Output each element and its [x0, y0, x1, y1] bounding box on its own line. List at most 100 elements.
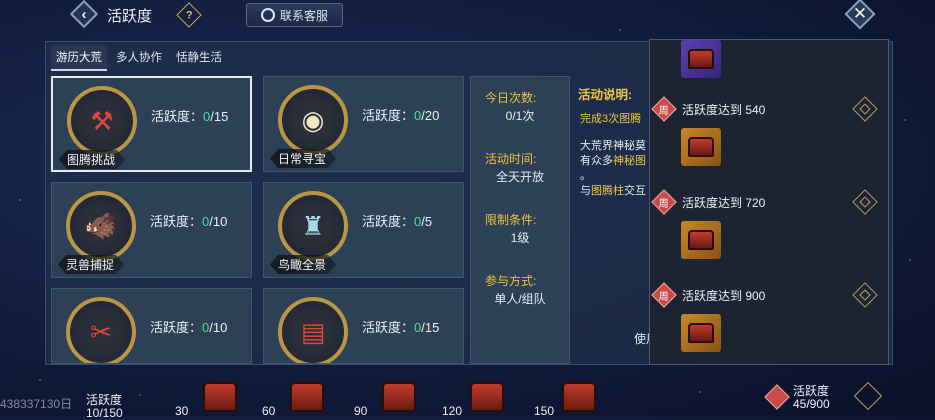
calendar-icon: ▤ [300, 316, 326, 347]
activity-grid: ⚒ 图腾挑战 活跃度：0/15 ◉ 日常寻宝 活跃度：0/20 🐗 灵兽捕捉 活… [51, 76, 468, 364]
weekly-progress[interactable]: 活跃度 45/900 [793, 385, 830, 411]
chest-icon [470, 382, 504, 412]
totem-axe-icon: ⚒ [90, 105, 114, 136]
activity-card-totem-challenge[interactable]: ⚒ 图腾挑战 活跃度：0/15 [51, 76, 252, 172]
activity-card-tools[interactable]: ✂ 活跃度：0/10 [51, 288, 252, 364]
crossed-tools-icon: ✂ [90, 316, 112, 347]
score-max: /20 [421, 108, 440, 123]
reward-chest-purple[interactable] [681, 40, 721, 78]
score-max: /10 [209, 320, 228, 335]
reward-requirement: 活跃度达到 540 [682, 103, 766, 117]
activity-name: 图腾挑战 [59, 150, 125, 169]
week-glyph: 周 [659, 198, 669, 210]
mode-label: 参与方式: [485, 274, 537, 288]
activity-badge: ▤ [278, 297, 348, 363]
week-badge: 周 [651, 189, 677, 215]
description-line: 有众多神秘图 [580, 152, 646, 168]
contact-service-button[interactable]: 联系客服 [246, 3, 343, 27]
activity-card-beast-capture[interactable]: 🐗 灵兽捕捉 活跃度：0/10 [51, 182, 252, 278]
activity-name: 日常寻宝 [270, 149, 336, 168]
description-line: 与图腾柱交互 [580, 182, 646, 198]
chest-icon [688, 137, 714, 157]
tab-multiplayer[interactable]: 多人协作 [111, 45, 167, 71]
score-max: /15 [421, 320, 440, 335]
activity-card-calendar[interactable]: ▤ 活跃度：0/15 [263, 288, 464, 364]
reward-claim-icon[interactable] [852, 96, 878, 122]
description-text: 交互 [624, 185, 646, 197]
chest-icon [382, 382, 416, 412]
description-line: 大荒界神秘莫 [580, 140, 646, 152]
help-glyph: ? [185, 8, 193, 21]
reward-chest-gold[interactable] [681, 128, 721, 166]
activity-badge: ⚒ [67, 86, 137, 156]
weekly-reward-icon[interactable] [853, 381, 883, 411]
player-uid: 438337130日 [0, 397, 73, 411]
score-label: 活跃度： [362, 320, 415, 335]
description-line: 完成3次图腾 [580, 110, 641, 126]
score-label: 活跃度： [150, 214, 203, 229]
activity-info: 今日次数: 0/1次 活动时间: 全天开放 限制条件: 1级 参与方式: 单人/… [470, 76, 570, 364]
chest-icon [203, 382, 237, 412]
time-value: 全天开放 [495, 170, 544, 184]
activity-name: 鸟瞰全景 [270, 255, 336, 274]
description-text: 有众多 [580, 155, 613, 167]
beast-icon: 🐗 [84, 210, 118, 241]
daily-progress-value: 10/150 [86, 406, 123, 420]
description-highlight: 图腾柱 [591, 185, 624, 197]
score-label: 活跃度： [151, 109, 204, 124]
tab-wander[interactable]: 游历大荒 [51, 45, 107, 71]
tab-leisure[interactable]: 恬静生活 [171, 45, 227, 71]
activity-score: 活跃度：0/15 [151, 106, 228, 125]
reward-requirement: 活跃度达到 720 [682, 196, 766, 210]
activity-card-panorama[interactable]: ♜ 鸟瞰全景 活跃度：0/5 [263, 182, 464, 278]
chest-icon [688, 323, 714, 343]
activity-badge: 🐗 [66, 191, 136, 261]
activity-progress-bar: 438337130日 活跃度 10/150 30 60 90 120 150 活… [0, 370, 935, 420]
reward-chest-gold[interactable] [681, 314, 721, 352]
activity-card-daily-treasure[interactable]: ◉ 日常寻宝 活跃度：0/20 [263, 76, 464, 172]
weekly-badge [764, 384, 790, 410]
mode-value: 单人/组队 [494, 292, 546, 306]
reward-claim-icon[interactable] [852, 282, 878, 308]
activity-name: 灵兽捕捉 [58, 255, 124, 274]
milestone-chest[interactable]: 30 [175, 378, 237, 418]
score-max: /5 [421, 214, 433, 229]
chest-icon [290, 382, 324, 412]
description-line: 。 [580, 170, 591, 182]
weekly-reward-popup: 周 活跃度达到 540 周 活跃度达到 720 周 活跃度达到 900 [649, 39, 889, 365]
milestone-chest[interactable]: 150 [534, 378, 596, 418]
milestone-chest[interactable]: 120 [442, 378, 504, 418]
description-highlight: 神秘图 [613, 155, 646, 167]
top-bar: ‹ 活跃度 ? 联系客服 ✕ [0, 0, 935, 30]
week-glyph: 周 [659, 291, 669, 303]
week-glyph: 周 [659, 105, 669, 117]
chest-icon [562, 382, 596, 412]
coin-icon: ◉ [301, 104, 325, 135]
reward-chest-gold[interactable] [681, 221, 721, 259]
score-max: /15 [210, 109, 229, 124]
activity-score: 活跃度：0/15 [362, 317, 439, 336]
help-icon[interactable]: ? [176, 2, 202, 28]
chest-icon [688, 230, 714, 250]
activity-score: 活跃度：0/10 [150, 317, 227, 336]
milestone-chest[interactable]: 90 [354, 378, 416, 418]
contact-service-label: 联系客服 [279, 8, 328, 23]
close-button[interactable]: ✕ [844, 0, 876, 30]
back-button[interactable]: ‹ [69, 0, 99, 29]
reward-claim-icon[interactable] [852, 189, 878, 215]
description-title: 活动说明: [578, 88, 633, 102]
score-label: 活跃度： [362, 108, 415, 123]
category-tabs: 游历大荒 多人协作 恬静生活 [51, 45, 227, 71]
reward-requirement: 活跃度达到 900 [682, 289, 766, 303]
limit-value: 1级 [510, 231, 530, 245]
activity-score: 活跃度：0/20 [362, 105, 439, 124]
activity-badge: ✂ [66, 297, 136, 363]
chevron-left-icon: ‹ [81, 5, 87, 23]
score-label: 活跃度： [150, 320, 203, 335]
score-label: 活跃度： [362, 214, 415, 229]
daily-progress: 活跃度 10/150 [86, 394, 123, 420]
milestone-chest[interactable]: 60 [262, 378, 324, 418]
close-icon: ✕ [852, 4, 868, 23]
activity-score: 活跃度：0/5 [362, 211, 432, 230]
headset-icon [260, 8, 275, 22]
